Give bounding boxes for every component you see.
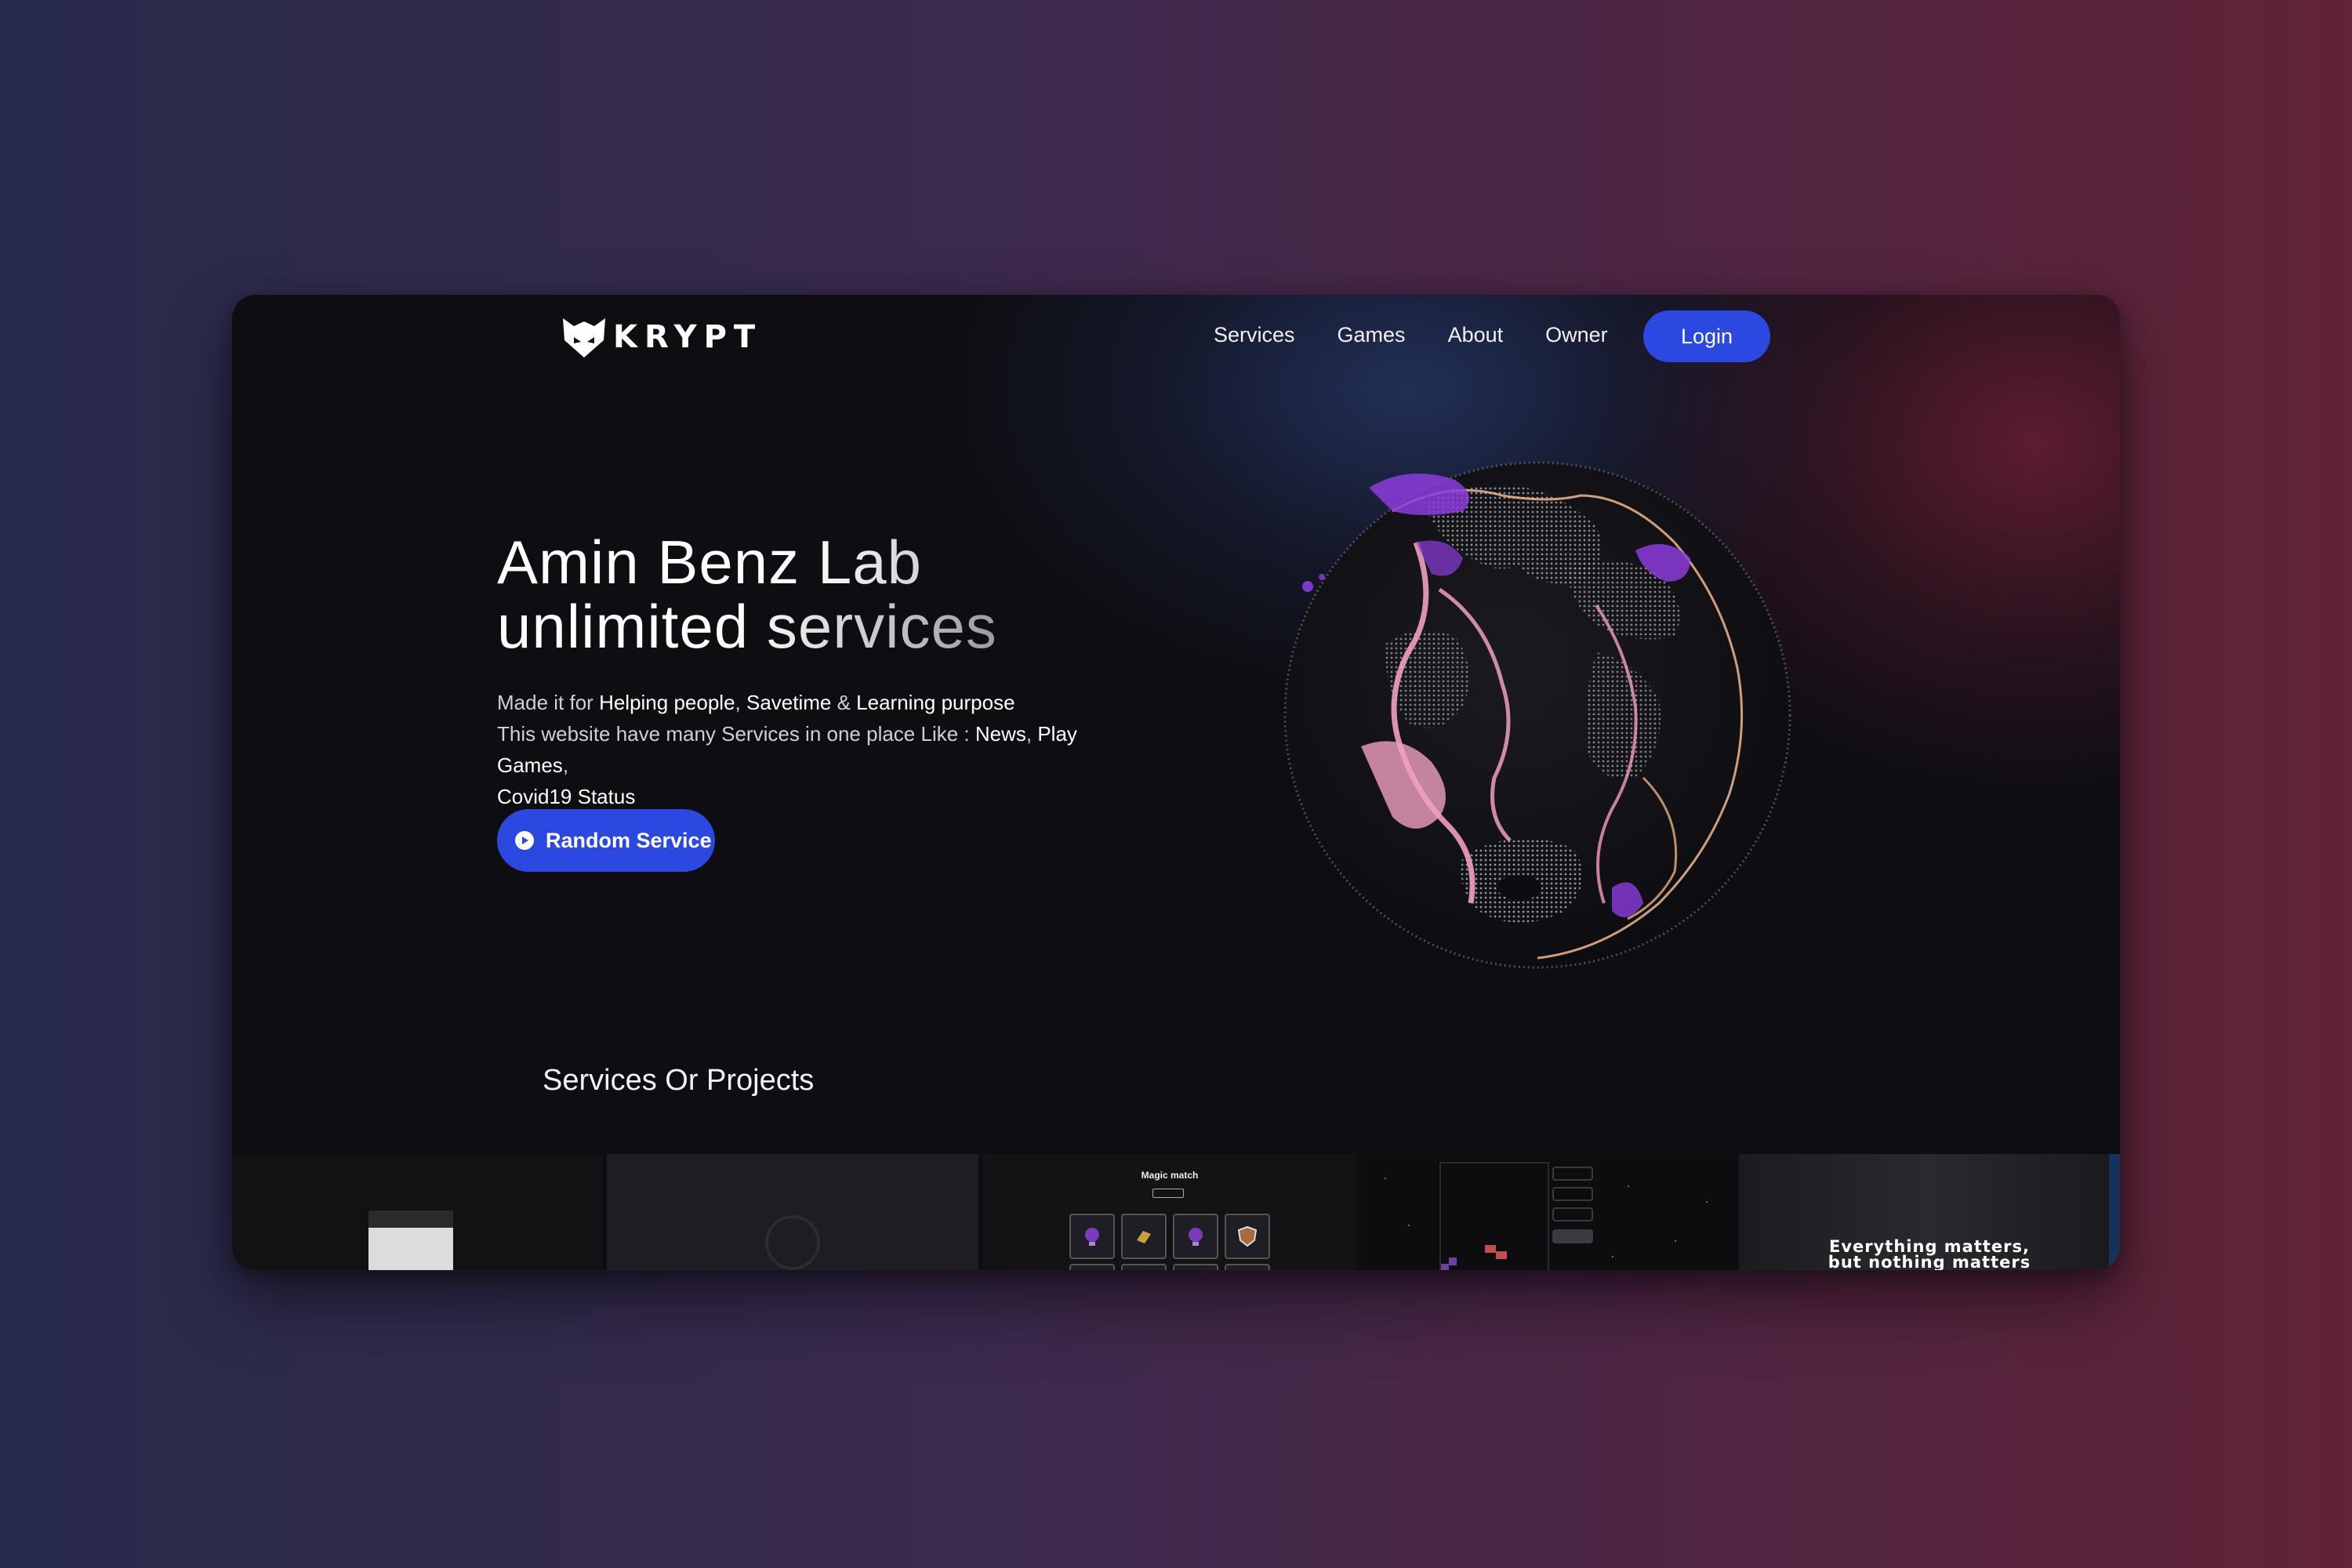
tetris-lines-panel [1552,1187,1593,1201]
hero-title-line2: unlimited services [497,592,997,661]
tetris-score-panel [1552,1167,1593,1181]
magic-match-button [1152,1189,1184,1198]
card-bulb-icon [1173,1214,1218,1259]
nav-link-about[interactable]: About [1448,323,1504,347]
desc-highlight: Learning purpose [856,691,1015,714]
fox-logo-icon [563,318,605,358]
project-thumb-calculator[interactable] [232,1154,602,1270]
desc-text: This website have many Services in one p… [497,722,975,746]
logo[interactable]: KRYPT [560,314,762,361]
desc-text: , [735,691,746,714]
card-row [1121,1264,1167,1270]
random-service-label: Random Service [546,828,712,852]
tetris-board [1439,1162,1549,1270]
hero-title-line1: Amin Benz Lab [497,530,997,594]
projects-carousel: Magic match Everything matters, but noth… [232,1154,2120,1270]
desc-highlight: Covid19 Status [497,785,636,808]
star-dot [1628,1185,1629,1187]
star-dot [1612,1256,1613,1258]
card-bulb-icon [1069,1214,1115,1259]
desc-text: , [562,753,569,777]
star-dot [1408,1225,1410,1226]
desc-text: Made it for [497,691,600,714]
calculator-display [368,1210,453,1228]
project-thumb-tetris[interactable] [1356,1154,1734,1270]
card-row [1069,1264,1115,1270]
play-circle-icon [515,831,534,850]
desc-text: & [831,691,857,714]
nav-links: Services Games About Owner [1214,323,1608,347]
login-button[interactable]: Login [1643,310,1770,362]
project-thumb-everything-matters[interactable]: Everything matters, but nothing matters [1734,1154,2120,1270]
star-dot [1385,1178,1386,1179]
nav-link-owner[interactable]: Owner [1545,323,1608,347]
card-shield-icon [1225,1214,1270,1259]
navbar: KRYPT Services Games About Owner Login [232,295,2120,381]
desc-highlight: News [975,722,1026,746]
tetris-level-panel [1552,1207,1593,1221]
nav-link-services[interactable]: Services [1214,323,1295,347]
everything-line2: but nothing matters [1828,1253,2031,1271]
project-thumb-clock[interactable] [602,1154,978,1270]
next-thumb-edge [2109,1154,2120,1270]
tetris-start-button [1552,1229,1593,1243]
section-title: Services Or Projects [543,1064,815,1097]
project-thumb-magic-match[interactable]: Magic match [978,1154,1356,1270]
card-row [1225,1264,1270,1270]
everything-matters-text: Everything matters, but nothing matters [1739,1239,2120,1271]
browser-frame: KRYPT Services Games About Owner Login A… [232,295,2120,1270]
desc-text: , [1025,722,1038,746]
nav-link-games[interactable]: Games [1338,323,1406,347]
random-service-button[interactable]: Random Service [497,809,715,872]
magic-match-title: Magic match [1141,1170,1199,1181]
globe-graphic [1283,461,1791,969]
star-dot [1706,1201,1708,1203]
clock-preview [765,1215,820,1270]
card-gold-icon [1121,1214,1167,1259]
desc-highlight: Savetime [746,691,832,714]
star-dot [1675,1240,1676,1242]
brand-name: KRYPT [613,319,763,355]
hero-description: Made it for Helping people, Savetime & L… [497,687,1140,812]
hero-title: Amin Benz Lab unlimited services [497,530,997,659]
card-row [1173,1264,1218,1270]
desc-highlight: Helping people [599,691,735,714]
